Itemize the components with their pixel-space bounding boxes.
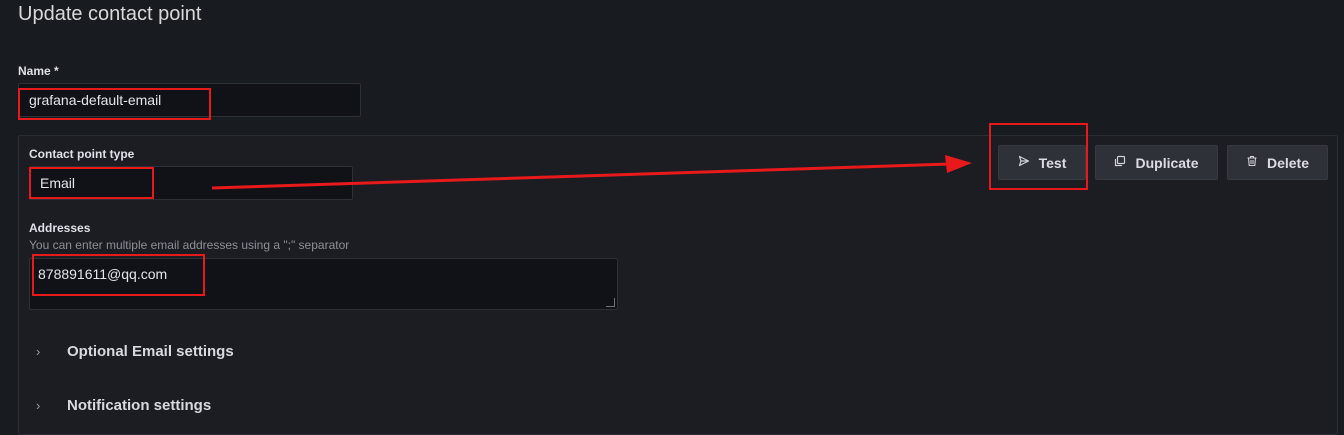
annotation-arrow-head	[945, 155, 972, 173]
annotation-arrow-line	[211, 162, 951, 190]
annotation-arrow	[211, 155, 972, 190]
